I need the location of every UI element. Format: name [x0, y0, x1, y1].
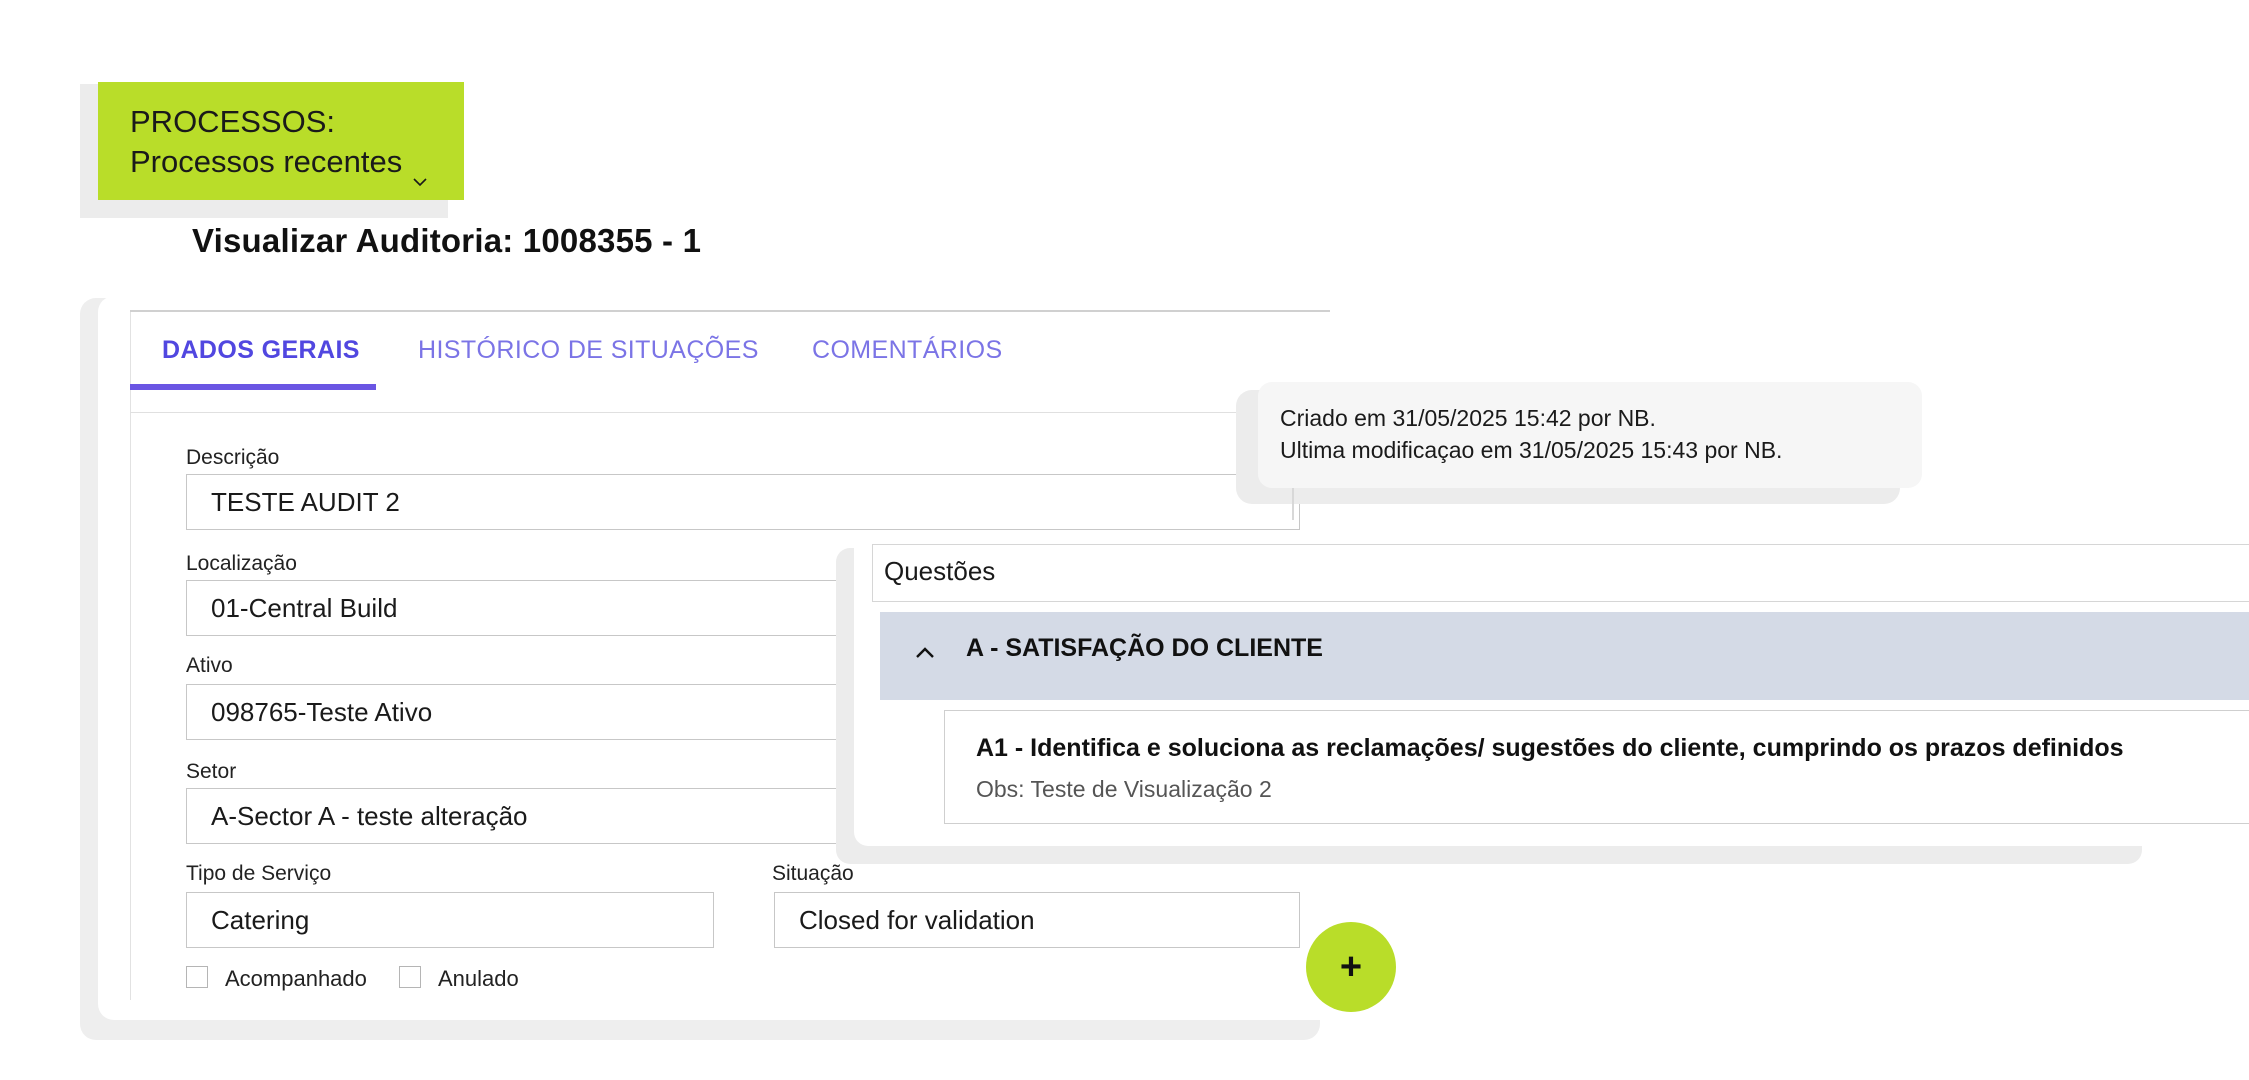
divider — [130, 310, 1330, 312]
question-item-obs: Obs: Teste de Visualização 2 — [976, 776, 1272, 802]
audit-info-card: Criado em 31/05/2025 15:42 por NB. Ultim… — [1258, 382, 1922, 488]
question-item-title: A1 - Identifica e soluciona as reclamaçõ… — [976, 734, 2124, 762]
add-button[interactable]: + — [1306, 922, 1396, 1012]
process-badge-row: Processos recentes — [130, 142, 464, 187]
question-section-title: A - SATISFAÇÃO DO CLIENTE — [966, 634, 1323, 662]
process-badge-value: Processos recentes — [130, 144, 403, 179]
localizacao-label: Localização — [186, 552, 297, 575]
modified-info: Ultima modificaçao em 31/05/2025 15:43 p… — [1280, 437, 1783, 463]
anulado-checkbox[interactable] — [399, 966, 421, 988]
tab-historico-situacoes[interactable]: HISTÓRICO DE SITUAÇÕES — [418, 336, 759, 365]
process-badge-heading: PROCESSOS: — [130, 104, 335, 139]
descricao-label: Descrição — [186, 446, 280, 469]
chevron-down-icon[interactable] — [412, 158, 427, 187]
tipo-servico-field[interactable]: Catering — [186, 892, 714, 948]
situacao-field[interactable]: Closed for validation — [774, 892, 1300, 948]
tipo-servico-label: Tipo de Serviço — [186, 862, 332, 885]
active-tab-indicator — [130, 384, 376, 390]
situacao-label: Situação — [772, 862, 854, 885]
divider — [130, 412, 1330, 413]
created-info: Criado em 31/05/2025 15:42 por NB. — [1280, 405, 1656, 431]
questions-title: Questões — [884, 556, 996, 586]
question-item[interactable] — [944, 710, 2249, 824]
descricao-field[interactable]: TESTE AUDIT 2 — [186, 474, 1300, 530]
setor-label: Setor — [186, 760, 237, 783]
anulado-label: Anulado — [438, 966, 519, 991]
tab-dados-gerais[interactable]: DADOS GERAIS — [162, 336, 360, 365]
chevron-up-icon[interactable] — [914, 644, 934, 664]
acompanhado-checkbox[interactable] — [186, 966, 208, 988]
page-title: Visualizar Auditoria: 1008355 - 1 — [192, 222, 702, 259]
acompanhado-label: Acompanhado — [225, 966, 367, 991]
tab-comentarios[interactable]: COMENTÁRIOS — [812, 336, 1003, 365]
ativo-label: Ativo — [186, 654, 233, 677]
questions-header — [872, 544, 2249, 602]
process-selector[interactable]: PROCESSOS: Processos recentes — [98, 82, 464, 200]
